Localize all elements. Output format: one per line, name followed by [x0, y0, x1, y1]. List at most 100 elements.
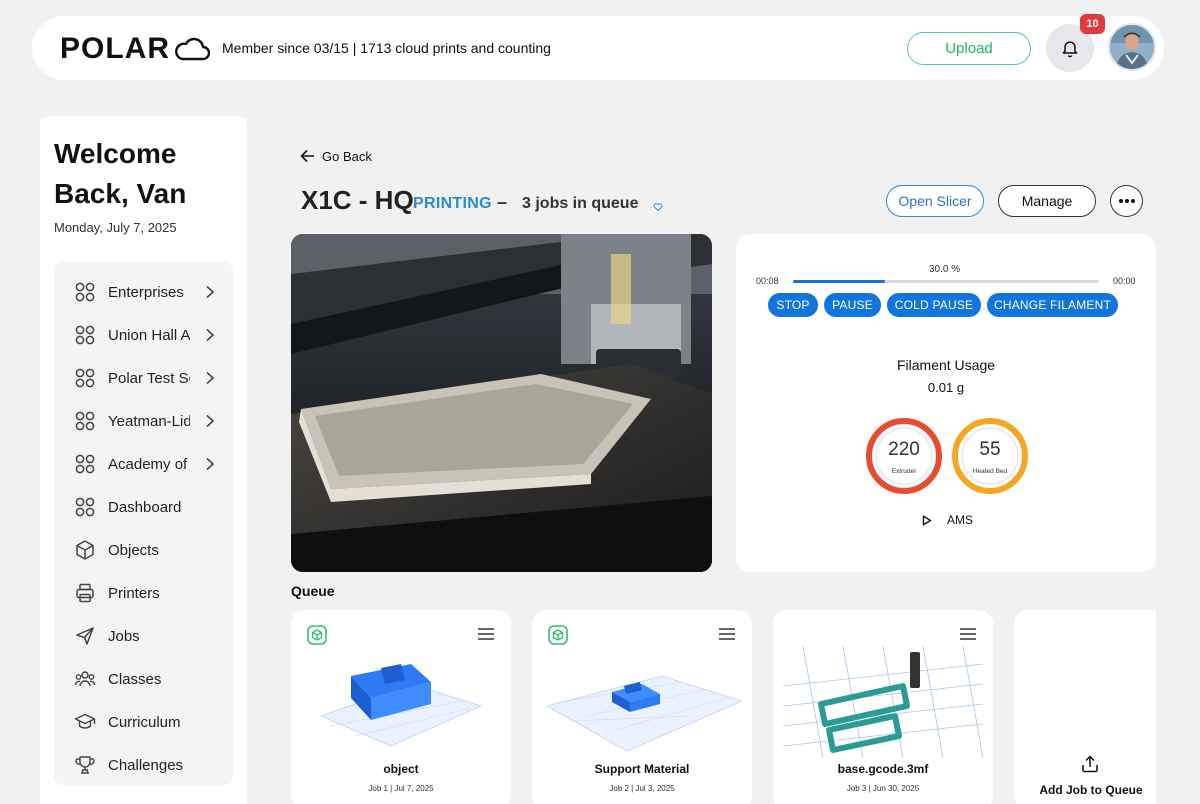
- printer-icon: [76, 583, 94, 603]
- top-bar: POLAR Member since 03/15 | 1713 cloud pr…: [32, 14, 1164, 80]
- upload-icon: [1082, 755, 1098, 773]
- sidebar-item-enterprises[interactable]: Enterprises: [54, 274, 233, 310]
- graduation-cap-icon: [74, 713, 96, 729]
- grid-icon: [75, 325, 95, 345]
- ams-label: AMS: [947, 513, 974, 527]
- logo-text: POLAR: [60, 32, 170, 65]
- open-slicer-button[interactable]: Open Slicer: [886, 185, 984, 217]
- more-horizontal-icon: [1118, 199, 1135, 203]
- job-thumbnail: [545, 675, 742, 752]
- sidebar-item-label: Objects: [108, 541, 159, 559]
- title-separator: –: [497, 192, 508, 212]
- queue-count: 3 jobs in queue: [522, 195, 639, 212]
- print-control-panel: 00:08 30.0 % 00:00 STOP PAUSE COLD PAUSE…: [736, 234, 1156, 572]
- send-icon: [76, 627, 94, 645]
- sidebar-item-polar-test[interactable]: Polar Test School: [54, 360, 233, 396]
- avatar-photo: [1110, 25, 1154, 69]
- camera-feed[interactable]: [291, 234, 712, 572]
- elapsed-time: 00:08: [756, 276, 779, 286]
- drag-handle-icon[interactable]: [477, 627, 495, 641]
- box-icon: [307, 625, 327, 645]
- job-meta: Job 1 | Jul 7, 2025: [368, 784, 434, 793]
- users-icon: [74, 671, 96, 687]
- manage-button[interactable]: Manage: [998, 185, 1096, 217]
- job-name: object: [383, 762, 419, 776]
- sidebar-item-label: Printers: [108, 584, 160, 602]
- play-icon: [922, 515, 932, 525]
- sidebar-item-dashboard[interactable]: Dashboard: [54, 489, 233, 525]
- box-icon: [548, 625, 568, 645]
- sidebar: Welcome Back, Van Monday, July 7, 2025 E…: [40, 116, 247, 804]
- cold-pause-button[interactable]: COLD PAUSE: [887, 293, 981, 317]
- queue-job-card[interactable]: object Job 1 | Jul 7, 2025: [291, 610, 511, 804]
- chevron-right-icon[interactable]: [204, 457, 216, 471]
- grid-icon: [75, 368, 95, 388]
- progress-percent: 30.0 %: [929, 264, 961, 275]
- trophy-icon: [75, 756, 95, 774]
- upload-button[interactable]: Upload: [907, 32, 1031, 65]
- sidebar-nav: Enterprises Union Hall Academy Polar Tes…: [54, 262, 233, 785]
- sidebar-item-label: Union Hall Academy: [108, 326, 190, 344]
- extruder-temp: 220: [888, 439, 920, 460]
- add-job-label: Add Job to Queue: [1039, 783, 1143, 797]
- chevron-right-icon[interactable]: [204, 328, 216, 342]
- job-meta: Job 3 | Jun 30, 2025: [846, 784, 920, 793]
- heated-bed-temp: 55: [979, 439, 1001, 460]
- queue-job-card[interactable]: base.gcode.3mf Job 3 | Jun 30, 2025: [773, 610, 993, 804]
- sidebar-item-academy[interactable]: Academy of: [54, 446, 233, 482]
- progress-bar: [793, 280, 1099, 283]
- sidebar-item-challenges[interactable]: Challenges: [54, 747, 233, 783]
- extruder-label: Extruder: [891, 468, 917, 475]
- notification-badge: 10: [1080, 14, 1105, 34]
- filament-usage-label: Filament Usage: [896, 357, 996, 373]
- job-meta: Job 2 | Jul 3, 2025: [609, 784, 675, 793]
- sidebar-item-label: Challenges: [108, 756, 184, 774]
- more-options-button[interactable]: [1110, 185, 1143, 217]
- sidebar-item-printers[interactable]: Printers: [54, 575, 233, 611]
- heated-bed-label: Heated Bed: [972, 468, 1008, 475]
- camera-image: [291, 234, 712, 572]
- queue-job-card[interactable]: Support Material Job 2 | Jul 3, 2025: [532, 610, 752, 804]
- grid-icon: [75, 454, 95, 474]
- heart-icon[interactable]: [653, 202, 663, 212]
- queue-title: Queue: [291, 583, 335, 599]
- arrow-left-icon: [300, 149, 314, 163]
- filament-usage-value: 0.01 g: [927, 380, 965, 395]
- chevron-right-icon[interactable]: [204, 414, 216, 428]
- sidebar-item-label: Dashboard: [108, 498, 182, 516]
- grid-icon: [75, 282, 95, 302]
- sidebar-item-label: Classes: [108, 670, 162, 688]
- go-back-link[interactable]: Go Back: [300, 147, 372, 165]
- cloud-icon: [175, 37, 210, 61]
- sidebar-item-curriculum[interactable]: Curriculum: [54, 704, 233, 740]
- grid-icon: [75, 497, 95, 517]
- drag-handle-icon[interactable]: [718, 627, 736, 641]
- job-thumbnail: [783, 646, 983, 758]
- drag-handle-icon[interactable]: [959, 627, 977, 641]
- ams-toggle[interactable]: AMS: [922, 513, 973, 527]
- job-thumbnail: [319, 664, 483, 747]
- go-back-label: Go Back: [322, 148, 372, 164]
- chevron-right-icon[interactable]: [204, 285, 216, 299]
- remaining-time: 00:00: [1113, 276, 1136, 286]
- member-since-text: Member since 03/15 | 1713 cloud prints a…: [222, 40, 551, 56]
- sidebar-item-union-hall[interactable]: Union Hall Academy: [54, 317, 233, 353]
- job-name: base.gcode.3mf: [837, 762, 929, 776]
- sidebar-item-label: Academy of: [108, 455, 188, 473]
- sidebar-item-objects[interactable]: Objects: [54, 532, 233, 568]
- chevron-right-icon[interactable]: [204, 371, 216, 385]
- sidebar-item-label: Jobs: [108, 627, 140, 645]
- add-job-card[interactable]: Add Job to Queue: [1014, 610, 1156, 804]
- change-filament-button[interactable]: CHANGE FILAMENT: [987, 293, 1118, 317]
- job-name: Support Material: [594, 762, 690, 776]
- polar-logo[interactable]: POLAR: [60, 34, 210, 64]
- sidebar-item-yeatman[interactable]: Yeatman-Liddell: [54, 403, 233, 439]
- user-avatar[interactable]: [1108, 23, 1156, 71]
- sidebar-item-classes[interactable]: Classes: [54, 661, 233, 697]
- stop-button[interactable]: STOP: [768, 293, 818, 317]
- printer-status: PRINTING: [413, 195, 492, 212]
- cube-icon: [76, 540, 94, 560]
- pause-button[interactable]: PAUSE: [824, 293, 881, 317]
- welcome-heading: Welcome Back, Van: [54, 138, 187, 209]
- sidebar-item-jobs[interactable]: Jobs: [54, 618, 233, 654]
